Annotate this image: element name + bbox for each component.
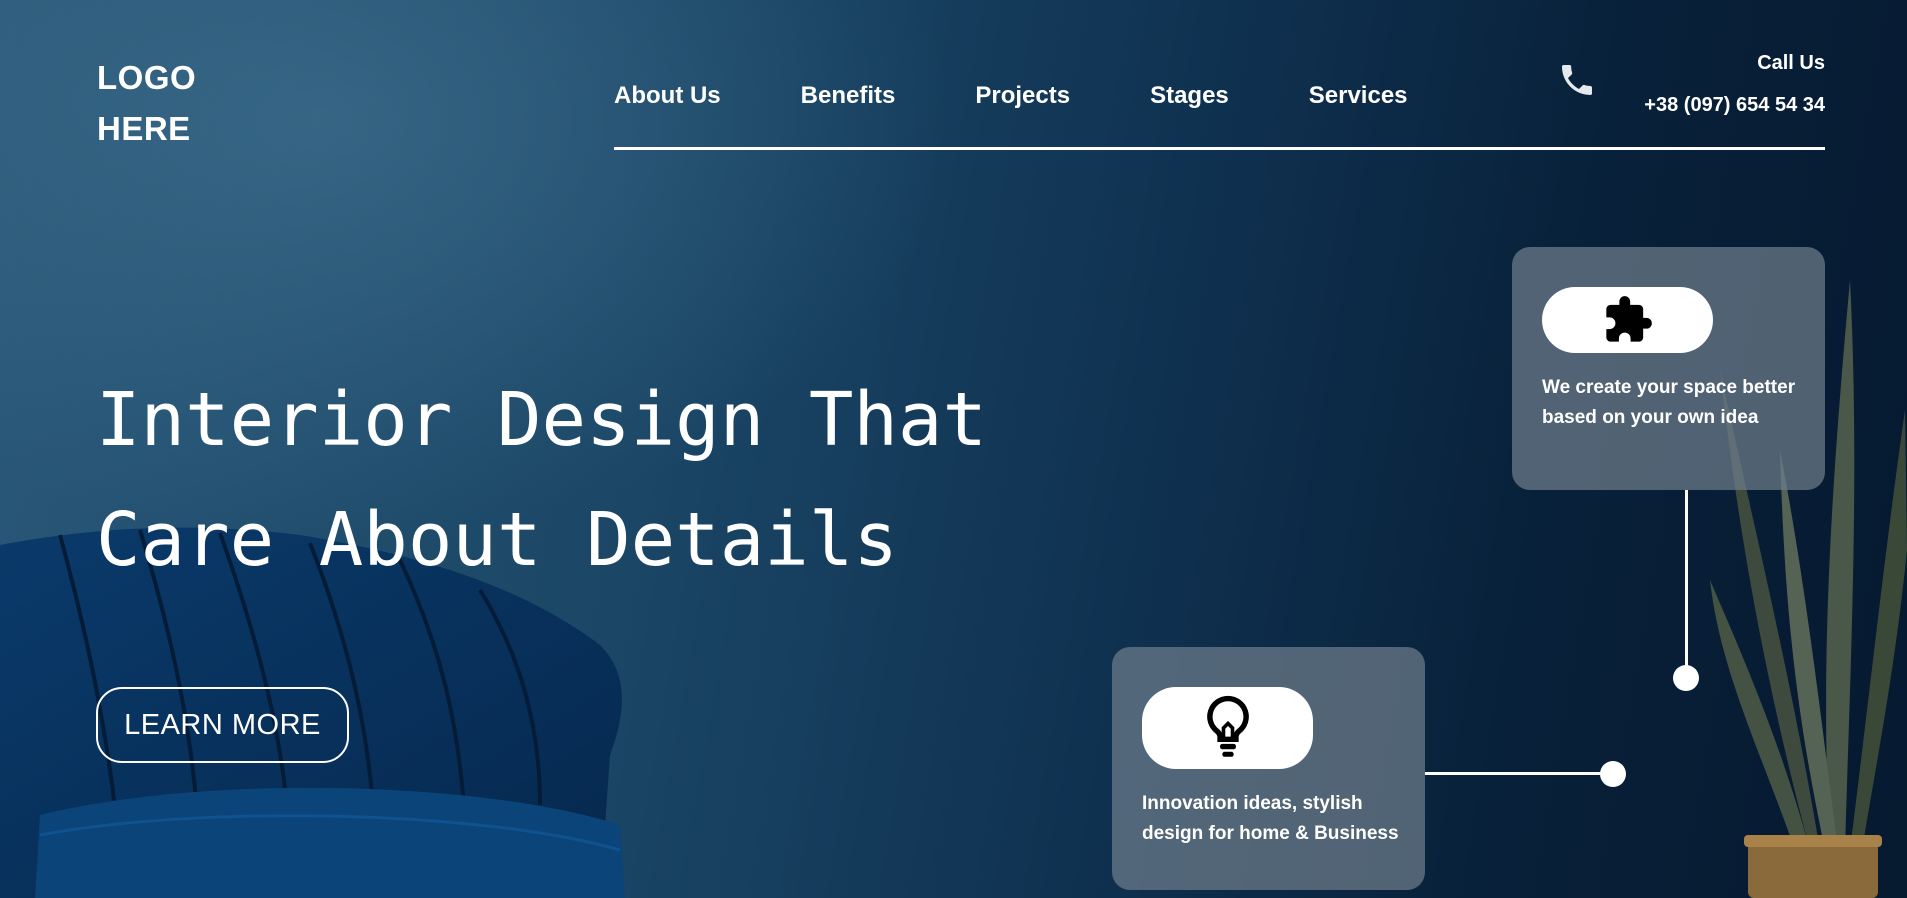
card-icon-pill xyxy=(1542,287,1713,353)
logo-line-2: HERE xyxy=(97,110,191,147)
nav-item-about-us[interactable]: About Us xyxy=(614,82,721,110)
hero-headline: Interior Design That Care About Details xyxy=(96,360,987,600)
connector-line-vertical xyxy=(1685,490,1688,678)
nav-item-services[interactable]: Services xyxy=(1309,82,1408,110)
nav-item-stages[interactable]: Stages xyxy=(1150,82,1229,110)
logo-line-1: LOGO xyxy=(97,59,197,96)
call-us-label: Call Us xyxy=(1757,52,1825,74)
hero-section: LOGO HERE About Us Benefits Projects Sta… xyxy=(0,0,1907,898)
card-text: Innovation ideas, stylish design for hom… xyxy=(1142,793,1399,844)
feature-card-idea: We create your space better based on you… xyxy=(1512,247,1825,490)
connector-line-horizontal xyxy=(1425,772,1615,775)
puzzle-icon xyxy=(1605,296,1652,342)
headline-line-2: Care About Details xyxy=(96,497,898,583)
connector-dot xyxy=(1600,761,1626,787)
phone-number[interactable]: +38 (097) 654 54 34 xyxy=(1644,94,1825,117)
card-icon-pill xyxy=(1142,687,1313,769)
nav-item-projects[interactable]: Projects xyxy=(975,82,1070,110)
main-nav: About Us Benefits Projects Stages Servic… xyxy=(614,82,1488,110)
lightbulb-icon xyxy=(1206,695,1249,757)
logo[interactable]: LOGO HERE xyxy=(97,52,196,154)
connector-dot xyxy=(1673,665,1699,691)
card-text: We create your space better based on you… xyxy=(1542,377,1796,428)
nav-item-benefits[interactable]: Benefits xyxy=(801,82,896,110)
nav-divider xyxy=(614,147,1825,150)
learn-more-button[interactable]: LEARN MORE xyxy=(96,687,349,763)
headline-line-1: Interior Design That xyxy=(96,377,988,463)
feature-card-innovation: Innovation ideas, stylish design for hom… xyxy=(1112,647,1425,890)
phone-icon[interactable] xyxy=(1557,60,1597,100)
